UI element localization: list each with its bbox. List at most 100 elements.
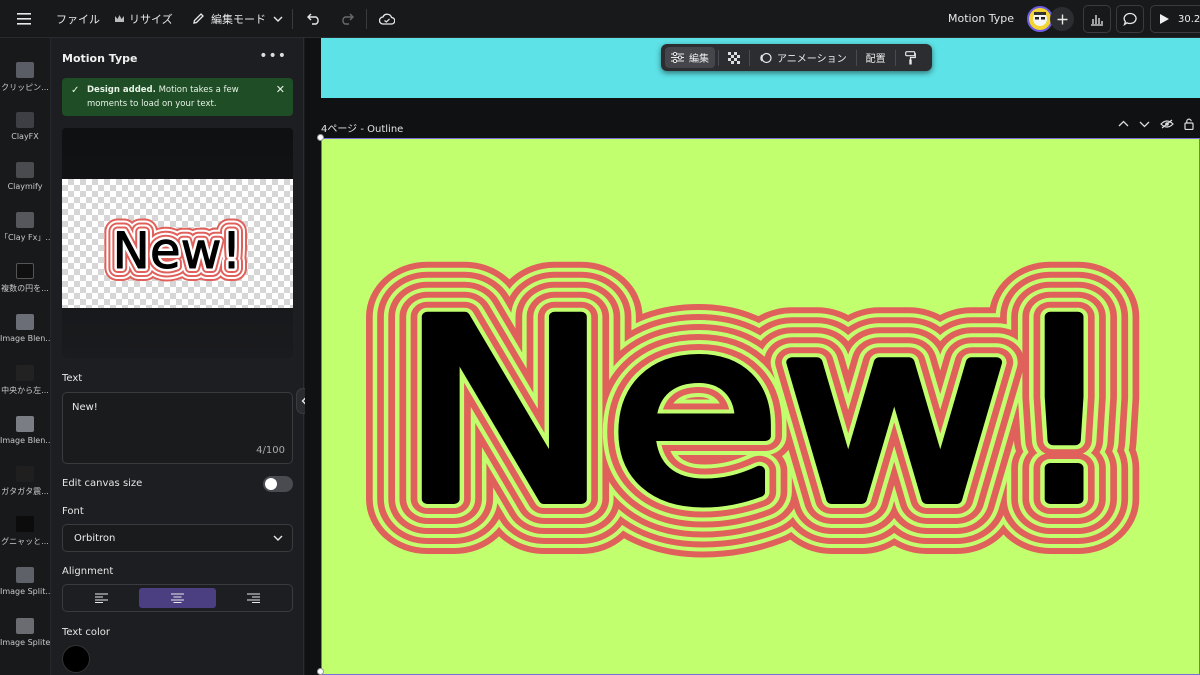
rail-item-label: Image Split... — [0, 587, 50, 596]
insights-button[interactable] — [1083, 5, 1111, 33]
comments-button[interactable] — [1116, 5, 1144, 33]
motion-preview[interactable]: New! New! New! New! New! New! New! — [62, 128, 293, 358]
arrange-button[interactable]: 配置 — [860, 47, 892, 68]
outline-ring: New! — [400, 267, 1120, 558]
font-select[interactable]: Orbitron — [62, 524, 293, 552]
font-select-value: Orbitron — [74, 533, 116, 544]
transparency-button[interactable] — [722, 47, 746, 68]
selection-handle[interactable] — [317, 668, 324, 675]
app-thumbnail — [16, 516, 34, 532]
align-left-icon — [94, 593, 108, 603]
canvas-area: 編集 アニメーション 配置 4ページ - Outline New! New! N… — [305, 38, 1200, 675]
success-toast: ✓ Design added. Motion takes a few momen… — [62, 78, 293, 116]
cloud-check-icon — [379, 13, 395, 25]
save-status-button[interactable] — [378, 0, 396, 38]
lock-icon[interactable] — [1184, 118, 1194, 130]
rail-item-label: Image Blen... — [0, 436, 50, 445]
play-icon — [1160, 14, 1169, 24]
outline-text-graphic[interactable]: New! New! New! New! New! New! New! New! … — [322, 139, 1200, 675]
app-thumbnail — [16, 212, 34, 228]
transparency-icon — [728, 51, 740, 64]
arrange-button-label: 配置 — [865, 54, 886, 65]
hamburger-icon — [17, 12, 31, 25]
plus-icon — [1057, 14, 1067, 24]
rail-item-label: ClayFX — [11, 132, 39, 141]
animate-button-label: アニメーション — [777, 54, 847, 65]
project-title[interactable]: Motion Type — [948, 0, 1014, 38]
alignment-section-label: Alignment — [62, 566, 114, 577]
hide-icon[interactable] — [1160, 119, 1174, 129]
page-title[interactable]: 4ページ - Outline — [321, 120, 403, 135]
font-section-label: Font — [62, 506, 84, 517]
rail-item[interactable]: Claymify — [0, 162, 50, 191]
chevron-down-icon — [273, 16, 283, 22]
menu-button[interactable] — [14, 0, 34, 38]
align-right-icon — [247, 593, 261, 603]
paint-roller-icon — [904, 50, 916, 64]
chevron-down-icon[interactable] — [1139, 120, 1150, 128]
toast-title: Design added. — [87, 85, 156, 95]
invite-button[interactable] — [1050, 7, 1074, 31]
present-button[interactable]: 30.2 — [1150, 5, 1200, 33]
rail-item[interactable]: グニャッと... — [0, 516, 50, 547]
selection-handle[interactable] — [317, 134, 324, 141]
undo-icon — [307, 13, 319, 25]
toolbar-divider — [894, 49, 896, 66]
toolbar-divider — [292, 9, 293, 29]
rail-item-label: Image Spliter — [0, 638, 50, 647]
rail-item[interactable]: 「Clay Fx」... — [0, 212, 50, 243]
pencil-icon — [193, 13, 204, 24]
rail-item[interactable]: Image Split... — [0, 567, 50, 596]
align-left-button[interactable] — [63, 585, 139, 611]
apps-rail: クリッピン... ClayFX Claymify 「Clay Fx」... 複数… — [0, 38, 50, 675]
top-bar: ファイル リサイズ 編集モード Motion Type 30.2 — [0, 0, 1200, 38]
text-color-swatch[interactable] — [62, 645, 90, 673]
app-thumbnail — [16, 416, 34, 432]
close-icon[interactable]: ✕ — [276, 83, 285, 97]
toolbar-divider — [718, 49, 719, 66]
file-menu[interactable]: ファイル — [56, 0, 100, 38]
design-page[interactable]: New! New! New! New! New! New! New! New! … — [321, 138, 1200, 675]
rail-item[interactable]: Image Blen... — [0, 314, 50, 343]
redo-icon — [342, 13, 354, 25]
comment-icon — [1122, 12, 1137, 26]
app-thumbnail — [16, 263, 34, 279]
edit-button[interactable]: 編集 — [665, 47, 715, 68]
rail-item[interactable]: ガタガタ震... — [0, 466, 50, 497]
chevron-up-icon[interactable] — [1118, 120, 1129, 128]
align-right-button[interactable] — [216, 585, 292, 611]
redo-button[interactable] — [338, 0, 356, 38]
edit-button-label: 編集 — [689, 54, 709, 65]
edit-canvas-size-label: Edit canvas size — [62, 478, 143, 489]
preview-text: New! — [112, 222, 241, 280]
copy-style-button[interactable] — [899, 47, 922, 68]
rail-item[interactable]: クリッピン... — [0, 62, 50, 93]
rail-item-label: 中央から左... — [1, 386, 49, 395]
preview-graphic: New! New! New! New! New! New! New! — [99, 209, 254, 293]
resize-label: リサイズ — [129, 12, 173, 26]
app-thumbnail — [16, 314, 34, 330]
rail-item[interactable]: Image Blen... — [0, 416, 50, 445]
text-input[interactable]: New! 4/100 — [62, 392, 293, 464]
edit-mode-dropdown[interactable]: 編集モード — [192, 0, 283, 38]
animate-button[interactable]: アニメーション — [753, 47, 853, 68]
align-center-icon — [170, 593, 184, 603]
context-toolbar: 編集 アニメーション 配置 — [661, 44, 932, 71]
project-title-text: Motion Type — [948, 12, 1015, 25]
sliders-icon — [671, 52, 684, 63]
app-thumbnail — [16, 365, 34, 381]
rail-item[interactable]: 中央から左... — [0, 365, 50, 396]
app-thumbnail — [16, 112, 34, 128]
more-options-button[interactable]: ••• — [259, 48, 287, 64]
crown-icon — [115, 14, 124, 22]
edit-canvas-size-toggle[interactable] — [263, 476, 293, 492]
rail-item-label: Claymify — [7, 182, 43, 191]
rail-item[interactable]: Image Spliter — [0, 618, 50, 647]
rail-item[interactable]: ClayFX — [0, 112, 50, 141]
panel-title: Motion Type — [62, 52, 138, 65]
align-center-button[interactable] — [139, 588, 216, 608]
rail-item[interactable]: 複数の円を... — [0, 263, 50, 294]
resize-button[interactable]: リサイズ — [114, 0, 173, 38]
undo-button[interactable] — [305, 0, 323, 38]
app-thumbnail — [16, 618, 34, 634]
